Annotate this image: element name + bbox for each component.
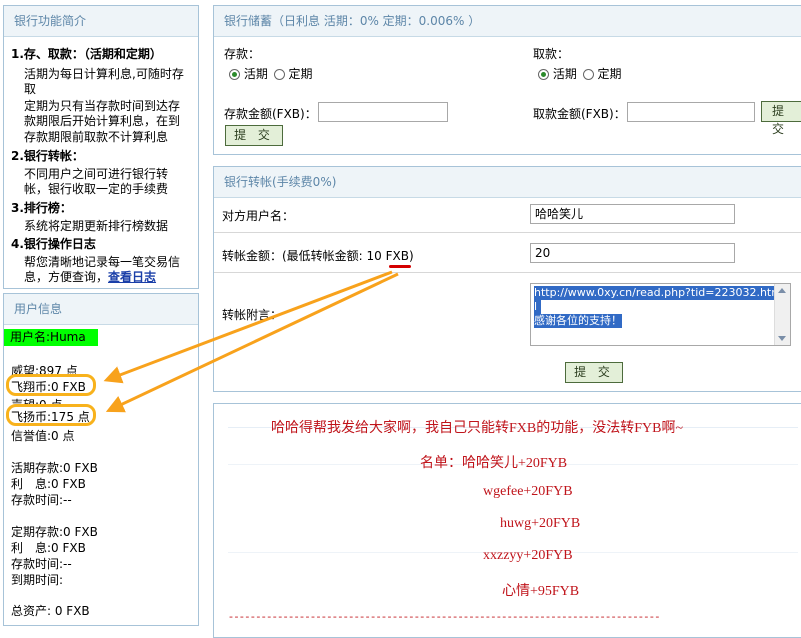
current-deposit-value: 活期存款:0 FXB (11, 461, 98, 475)
view-log-link[interactable]: 查看日志 (108, 270, 156, 284)
scroll-up-arrow-icon[interactable] (778, 288, 786, 293)
withdraw-type-radios: 活期 定期 (538, 65, 622, 82)
intro-section-2-line: 帐，银行收取一定的手续费 (24, 182, 169, 196)
note-text-line: l (534, 300, 541, 314)
transfer-header: 银行转帐(手续费0%) (214, 167, 801, 198)
withdraw-current-label: 活期 (552, 67, 577, 81)
current-deposit-time: 存款时间:-- (11, 493, 72, 507)
due-time: 到期时间: (11, 573, 64, 587)
withdraw-submit-button[interactable]: 提 交 (761, 101, 801, 136)
announcement-line: huwg+20FYB (500, 516, 581, 531)
withdraw-amount-input[interactable] (627, 102, 755, 122)
withdraw-fixed-label: 定期 (597, 67, 622, 81)
deposit-fixed-radio[interactable] (273, 69, 285, 80)
transfer-submit-button[interactable]: 提 交 (565, 362, 623, 383)
current-interest-value: 利 息:0 FXB (11, 477, 86, 491)
fxb-underline-mark (389, 265, 411, 268)
fixed-deposit-value: 定期存款:0 FXB (11, 525, 98, 539)
amount-input[interactable]: 20 (530, 243, 735, 263)
deposit-current-label: 活期 (243, 67, 268, 81)
withdraw-current-radio[interactable] (538, 69, 549, 80)
username-highlighted: 用户名:Huma (4, 329, 98, 346)
intro-section-3-title: 3.排行榜： (11, 201, 72, 215)
reputation-value-partial: 声望:0 点 (11, 396, 63, 404)
amount-label: 转帐金额：(最低转帐金额: 10 FXB) (222, 249, 414, 263)
announcement-line: wgefee+20FYB (483, 484, 573, 499)
fixed-deposit-time: 存款时间:-- (11, 557, 72, 571)
announcement-line: 心情+95FYB (502, 584, 580, 599)
announcement-line: xxzzyy+20FYB (483, 548, 573, 563)
note-textarea[interactable]: http://www.0xy.cn/read.php?tid=223032.ht… (530, 283, 791, 346)
announcement-line: 名单：哈哈笑儿+20FYB (420, 456, 568, 471)
fxb-value: 飞翔币:0 FXB (11, 380, 86, 394)
intro-section-1-line: 活期为每日计算利息,可随时存 (24, 67, 184, 81)
fixed-interest-value: 利 息:0 FXB (11, 541, 86, 555)
announcement-dashed-rule: - - - - - - - - - - - - - - - - - - - - … (229, 610, 659, 623)
note-text-line: http://www.0xy.cn/read.php?tid=223032.ht… (534, 286, 782, 300)
intro-section-2-title: 2.银行转帐： (11, 149, 84, 163)
deposit-fixed-label: 定期 (288, 67, 313, 81)
withdraw-amount-label: 取款金额(FXB)： (533, 107, 626, 121)
scroll-down-arrow-icon[interactable] (778, 336, 786, 341)
intro-section-1-title: 1.存、取款：（活期和定期） (11, 47, 162, 61)
transfer-row-divider (214, 232, 801, 233)
intro-section-4-line: 息，方便查询， (24, 270, 109, 284)
user-info-header: 用户信息 (4, 294, 198, 325)
transfer-row-divider (214, 272, 801, 273)
deposit-submit-button[interactable]: 提 交 (225, 125, 283, 146)
deposit-amount-input[interactable] (318, 102, 448, 122)
intro-section-4-line-with-link: 息，方便查询，查看日志 (24, 268, 156, 285)
deposit-current-radio[interactable] (229, 69, 240, 80)
recipient-input[interactable]: 哈哈笑儿 (530, 204, 735, 224)
note-scrollbar[interactable] (774, 284, 790, 345)
intro-section-1-line: 取 (24, 82, 37, 96)
savings-header: 银行储蓄（日利息 活期：0% 定期：0.006% ） (214, 6, 801, 37)
fyb-value: 飞扬币:175 点 (11, 410, 90, 424)
credit-value: 信誉值:0 点 (11, 429, 75, 443)
intro-section-3-line: 系统将定期更新排行榜数据 (24, 219, 169, 233)
deposit-label: 存款： (224, 47, 261, 61)
intro-section-1-line: 存款期限前取款不计算利息 (24, 130, 169, 144)
withdraw-fixed-radio[interactable] (582, 69, 594, 80)
deposit-amount-label: 存款金额(FXB)： (224, 107, 317, 121)
transfer-panel: 银行转帐(手续费0%) (213, 166, 801, 392)
note-text-line: 感谢各位的支持！ (534, 314, 622, 328)
recipient-label: 对方用户名： (222, 209, 295, 223)
bank-intro-header: 银行功能简介 (4, 6, 198, 37)
deposit-type-radios: 活期 定期 (229, 65, 313, 82)
announcement-line: 哈哈得帮我发给大家啊，我自己只能转FXB的功能，没法转FYB啊~ (271, 421, 684, 436)
intro-section-4-title: 4.银行操作日志 (11, 237, 96, 251)
intro-section-1-line: 款期限后开始计算利息，在到 (24, 114, 181, 128)
note-label: 转帐附言： (222, 308, 283, 322)
total-assets: 总资产: 0 FXB (11, 604, 90, 618)
withdraw-label: 取款： (533, 47, 570, 61)
